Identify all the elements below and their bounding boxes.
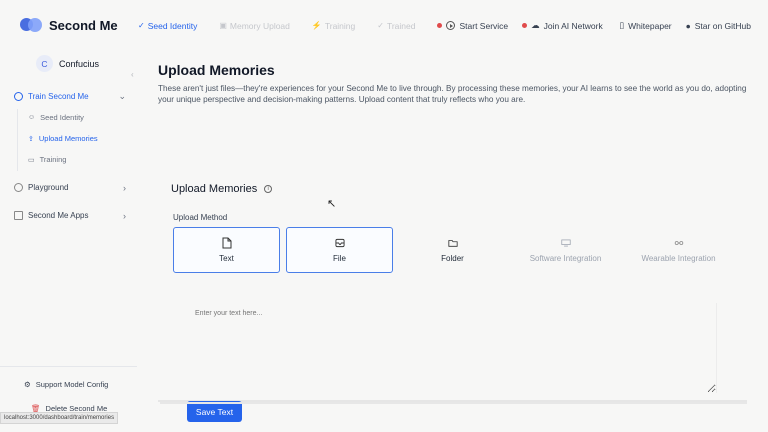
chevron-right-icon: › <box>123 210 126 221</box>
upload-method-options: Text File Folder Software Integration We… <box>173 227 732 273</box>
app-name: Second Me <box>49 17 118 33</box>
sprout-icon: ✓ <box>138 21 145 30</box>
user-name: Confucius <box>59 58 100 69</box>
bolt-icon: ⚡ <box>311 21 322 30</box>
github-link[interactable]: ● Star on GitHub <box>686 20 751 31</box>
step-label: Trained <box>386 20 416 31</box>
step-seed-identity[interactable]: ✓ Seed Identity <box>138 20 197 31</box>
join-network-button[interactable]: ☁ Join AI Network <box>522 20 603 31</box>
upload-icon: ▣ <box>219 21 227 30</box>
upload-method-label: Upload Method <box>173 213 228 222</box>
method-label: File <box>333 253 346 263</box>
sidebar-item-apps[interactable]: Second Me Apps › <box>14 210 126 221</box>
method-folder[interactable]: Folder <box>399 227 506 273</box>
memory-text-input[interactable] <box>187 303 717 393</box>
step-label: Memory Upload <box>229 20 290 31</box>
step-label: Training <box>324 20 356 31</box>
avatar: C <box>36 55 53 72</box>
top-navigation: Second Me ✓ Seed Identity ▣ Memory Uploa… <box>0 0 768 52</box>
status-url: localhost:3000/dashboard/train/memories <box>0 412 119 424</box>
document-icon: ▯ <box>619 20 625 30</box>
sidebar-subitem-label: Upload Memories <box>38 134 98 143</box>
step-trained[interactable]: ✓ Trained <box>377 20 415 31</box>
card-title: Upload Memories i <box>171 183 273 195</box>
cloud-upload-icon: ☁ <box>531 20 540 30</box>
user-icon: ☺ <box>28 114 36 121</box>
playground-icon <box>14 183 23 192</box>
sidebar-subitem-seed-identity[interactable]: ☺ Seed Identity <box>28 113 84 122</box>
check-icon: ✓ <box>377 21 384 30</box>
page-title: Upload Memories <box>158 62 275 78</box>
save-text-button[interactable]: Save Text <box>187 401 242 422</box>
service-label: Join AI Network <box>543 20 603 31</box>
gear-icon: ⚙ <box>24 380 31 389</box>
sidebar-item-label: Second Me Apps <box>28 211 89 220</box>
monitor-icon <box>560 238 571 249</box>
page-description: These aren't just files—they're experien… <box>158 84 747 104</box>
sidebar-item-label: Playground <box>28 183 69 192</box>
chevron-down-icon: ⌄ <box>118 91 126 101</box>
folder-icon <box>447 238 458 249</box>
user-profile[interactable]: C Confucius <box>36 55 99 72</box>
brain-icon <box>14 92 23 101</box>
whitepaper-link[interactable]: ▯ Whitepaper <box>619 20 671 31</box>
upload-icon: ⇪ <box>28 135 34 143</box>
sidebar-item-train[interactable]: Train Second Me ⌄ <box>14 91 126 101</box>
sidebar-item-label: Train Second Me <box>28 92 89 101</box>
grid-icon <box>14 211 23 220</box>
method-label: Text <box>219 253 234 263</box>
card-title-text: Upload Memories <box>171 183 258 195</box>
method-software-integration[interactable]: Software Integration <box>512 227 619 273</box>
training-steps: ✓ Seed Identity ▣ Memory Upload ⚡ Traini… <box>138 20 617 31</box>
mouse-cursor-icon: ↖ <box>327 198 337 210</box>
method-label: Wearable Integration <box>641 253 716 263</box>
service-label: Start Service <box>459 20 509 31</box>
step-memory-upload[interactable]: ▣ Memory Upload <box>219 20 290 31</box>
method-label: Folder <box>441 253 464 263</box>
step-label: Seed Identity <box>147 20 198 31</box>
chevron-right-icon: › <box>123 182 126 193</box>
info-icon[interactable]: i <box>264 185 273 193</box>
calendar-icon: ▭ <box>28 156 35 164</box>
card-bottom-border <box>160 402 747 404</box>
glasses-icon <box>674 238 684 249</box>
divider <box>0 366 137 367</box>
external-links: ▯ Whitepaper ● Star on GitHub <box>619 20 751 31</box>
sidebar: C Confucius ‹ Train Second Me ⌄ ☺ Seed I… <box>0 52 137 432</box>
inbox-icon <box>334 238 345 249</box>
step-training[interactable]: ⚡ Training <box>312 20 355 31</box>
method-label: Software Integration <box>529 253 602 263</box>
sidebar-subitem-label: Training <box>39 155 67 164</box>
status-dot <box>522 23 528 28</box>
train-subnav: ☺ Seed Identity ⇪ Upload Memories ▭ Trai… <box>17 109 98 171</box>
play-icon <box>446 21 456 30</box>
sidebar-subitem-training[interactable]: ▭ Training <box>28 155 66 164</box>
sidebar-subitem-label: Seed Identity <box>40 113 84 122</box>
whitepaper-label: Whitepaper <box>628 20 672 31</box>
method-wearable-integration[interactable]: Wearable Integration <box>625 227 732 273</box>
logo-icon <box>20 16 44 34</box>
method-text[interactable]: Text <box>173 227 280 273</box>
app-logo[interactable]: Second Me <box>20 16 118 34</box>
upload-card: Upload Memories i Upload Method Text Fil… <box>158 170 747 422</box>
start-service-button[interactable]: Start Service <box>437 20 508 31</box>
sidebar-subitem-upload-memories[interactable]: ⇪ Upload Memories <box>28 134 98 143</box>
method-file[interactable]: File <box>286 227 393 273</box>
main-content: Upload Memories These aren't just files—… <box>158 52 753 422</box>
support-model-config-button[interactable]: ⚙ Support Model Config <box>24 380 108 389</box>
sidebar-item-playground[interactable]: Playground › <box>14 182 126 193</box>
document-icon <box>222 237 232 249</box>
collapse-sidebar-icon[interactable]: ‹ <box>131 70 134 79</box>
support-label: Support Model Config <box>35 380 109 389</box>
github-icon: ● <box>685 20 691 31</box>
github-label: Star on GitHub <box>694 20 751 31</box>
status-dot <box>437 23 443 28</box>
